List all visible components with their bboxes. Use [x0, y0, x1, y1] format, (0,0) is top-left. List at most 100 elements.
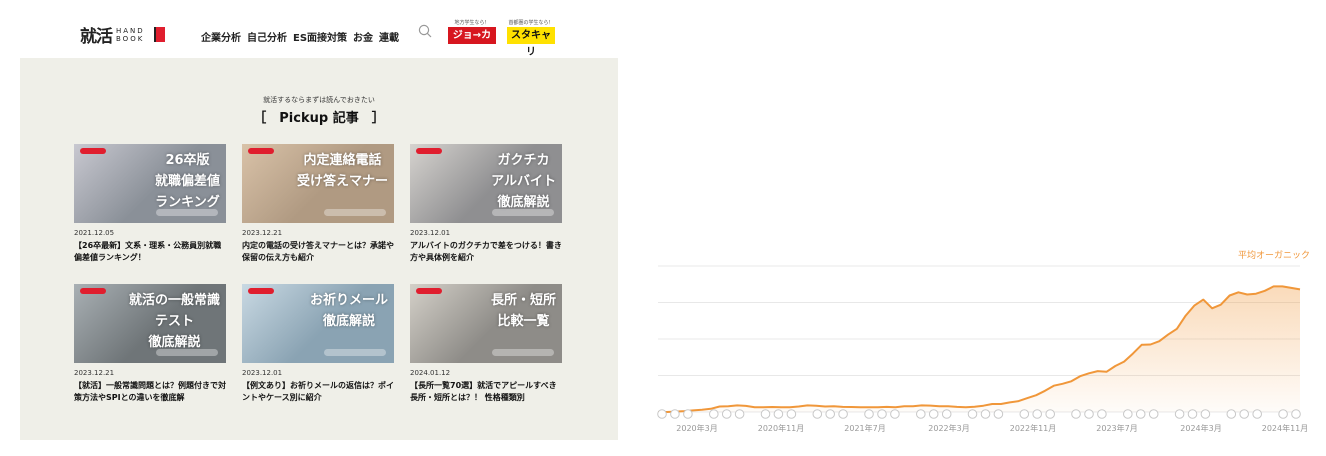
category-badge — [248, 148, 274, 154]
x-tick-label: 2023年7月 — [1096, 424, 1138, 433]
article-thumbnail[interactable]: 就活の一般常識 テスト 徹底解説 — [74, 284, 226, 363]
thumbnail-caption-bar — [492, 209, 554, 216]
update-marker — [1097, 409, 1107, 419]
update-marker — [890, 409, 900, 419]
update-marker — [1019, 409, 1030, 419]
thumbnail-caption-bar — [492, 349, 554, 356]
category-badge — [416, 288, 442, 294]
nav-item-self[interactable]: 自己分析 — [247, 29, 287, 44]
x-tick-label: 2024年3月 — [1180, 424, 1222, 433]
update-marker — [1200, 409, 1211, 419]
article-title[interactable]: 【長所一覧70選】就活でアピールすべき長所・短所とは？！ 性格種類別 — [410, 380, 562, 404]
article-thumbnail[interactable]: 26卒版 就職偏差値 ランキング — [74, 144, 226, 223]
article-date: 2021.12.05 — [74, 229, 115, 237]
update-marker — [683, 409, 693, 419]
article-card[interactable]: ガクチカ アルバイト 徹底解説 2023.12.01 アルバイトのガクチカで差をつける！… — [410, 144, 562, 264]
search-icon[interactable] — [418, 24, 432, 38]
thumbnail-text: 長所・短所 比較一覧 — [490, 293, 556, 329]
article-date: 2023.12.21 — [242, 229, 283, 237]
update-marker — [928, 409, 939, 419]
x-tick-label: 2021年7月 — [844, 424, 886, 433]
pickup-title: ［ Pickup 記事 ］ — [253, 111, 385, 126]
thumbnail-text: お祈りメール 徹底解説 — [309, 293, 388, 329]
update-marker — [786, 409, 797, 419]
traffic-chart: 平均オーガニック 2020年3月 2020年11月 2021年7月 2022年3月 20… — [650, 240, 1310, 440]
jokatsu-label: ジョ→カツ — [448, 27, 496, 58]
update-marker — [838, 409, 848, 419]
thumbnail-caption-bar — [156, 209, 218, 216]
x-tick-label: 2020年11月 — [757, 424, 805, 433]
logo-kanji: 就活 — [80, 27, 113, 47]
update-marker — [1252, 409, 1263, 419]
update-marker — [1071, 409, 1081, 419]
update-marker — [773, 409, 784, 419]
update-marker — [916, 409, 926, 419]
x-tick-label: 2024年11月 — [1261, 424, 1309, 433]
update-marker — [1239, 409, 1250, 419]
category-badge — [80, 148, 106, 154]
pickup-subtitle: 就活するならまずは読んでおきたい — [263, 96, 375, 104]
pickup-section: 就活するならまずは読んでおきたい ［ Pickup 記事 ］ 26卒版 就職偏差値… — [20, 58, 618, 440]
thumbnail-text: 内定連絡電話 受け答えマナー — [296, 153, 388, 189]
article-card[interactable]: 就活の一般常識 テスト 徹底解説 2023.12.21 【就活】一般常識問題とは？例題付… — [74, 284, 226, 404]
article-card[interactable]: 内定連絡電話 受け答えマナー 2023.12.21 内定の電話の受け答えマナーとは？承… — [242, 144, 394, 264]
series-label: 平均オーガニック — [1237, 251, 1310, 261]
article-thumbnail[interactable]: ガクチカ アルバイト 徹底解説 — [410, 144, 562, 223]
x-tick-label: 2022年3月 — [928, 424, 970, 433]
jokatsu-banner[interactable]: 地方学生なら！ ジョ→カツ — [448, 20, 496, 58]
update-marker — [1174, 409, 1185, 419]
update-marker — [980, 409, 991, 419]
thumbnail-caption-bar — [324, 349, 386, 356]
update-marker — [941, 409, 952, 419]
article-date: 2024.01.12 — [410, 369, 451, 377]
article-date: 2023.12.01 — [242, 369, 283, 377]
site-logo[interactable]: 就活 HAND BOOK — [80, 22, 165, 47]
article-thumbnail[interactable]: お祈りメール 徹底解説 — [242, 284, 394, 363]
update-marker — [657, 409, 667, 419]
update-marker — [1084, 409, 1094, 419]
x-tick-label: 2020年3月 — [676, 424, 718, 433]
update-marker — [864, 409, 874, 419]
thumbnail-text: ガクチカ アルバイト 徹底解説 — [491, 153, 556, 210]
thumbnail-text: 26卒版 就職偏差値 ランキング — [154, 153, 220, 210]
x-tick-label: 2022年11月 — [1009, 424, 1057, 433]
stacari-tag: 首都圏の学生なら！ — [508, 20, 554, 26]
thumbnail-text: 就活の一般常識 テスト 徹底解説 — [128, 293, 220, 350]
stacari-label: スタキャリ — [507, 27, 555, 58]
category-badge — [248, 288, 274, 294]
article-title[interactable]: 【26卒最新】文系・理系・公務員別就職偏差値ランキング！ — [74, 240, 226, 264]
nav-item-es[interactable]: ES面接対策 — [293, 29, 347, 44]
category-badge — [416, 148, 442, 154]
article-title[interactable]: アルバイトのガクチカで差をつける！書き方や具体例を紹介 — [410, 240, 562, 264]
update-marker — [1148, 409, 1159, 419]
jokatsu-tag: 地方学生なら！ — [454, 20, 490, 26]
article-date: 2023.12.01 — [410, 229, 451, 237]
update-marker — [877, 409, 887, 419]
article-card[interactable]: 長所・短所 比較一覧 2024.01.12 【長所一覧70選】就活でアピールすべき長所… — [410, 284, 562, 404]
article-card[interactable]: 26卒版 就職偏差値 ランキング 2021.12.05 【26卒最新】文系・理系・公務員… — [74, 144, 226, 264]
update-marker — [734, 409, 745, 419]
update-marker — [1045, 409, 1056, 419]
update-marker — [670, 409, 680, 419]
update-marker — [721, 409, 732, 419]
stacari-banner[interactable]: 首都圏の学生なら！ スタキャリ — [507, 20, 555, 58]
article-thumbnail[interactable]: 内定連絡電話 受け答えマナー — [242, 144, 394, 223]
update-marker — [812, 409, 823, 419]
article-title[interactable]: 【例文あり】お祈りメールの返信は？ポイントやケース別に紹介 — [242, 380, 394, 404]
nav-item-company[interactable]: 企業分析 — [201, 29, 241, 44]
update-marker — [760, 409, 771, 419]
traffic-chart-svg — [657, 265, 1301, 419]
nav-item-money[interactable]: お金 — [353, 29, 373, 44]
article-title[interactable]: 内定の電話の受け答えマナーとは？承諾や保留の伝え方も紹介 — [242, 240, 394, 264]
update-marker — [1135, 409, 1146, 419]
update-marker — [1123, 409, 1133, 419]
update-marker — [1032, 409, 1043, 419]
series-area — [658, 286, 1300, 412]
article-card[interactable]: お祈りメール 徹底解説 2023.12.01 【例文あり】お祈りメールの返信は？ポイン… — [242, 284, 394, 404]
update-marker — [1187, 409, 1198, 419]
nav-item-series[interactable]: 連載 — [379, 29, 399, 44]
update-marker — [825, 409, 835, 419]
update-marker — [967, 409, 978, 419]
article-title[interactable]: 【就活】一般常識問題とは？例題付きで対策方法やSPIとの違いを徹底解 — [74, 380, 226, 404]
article-thumbnail[interactable]: 長所・短所 比較一覧 — [410, 284, 562, 363]
